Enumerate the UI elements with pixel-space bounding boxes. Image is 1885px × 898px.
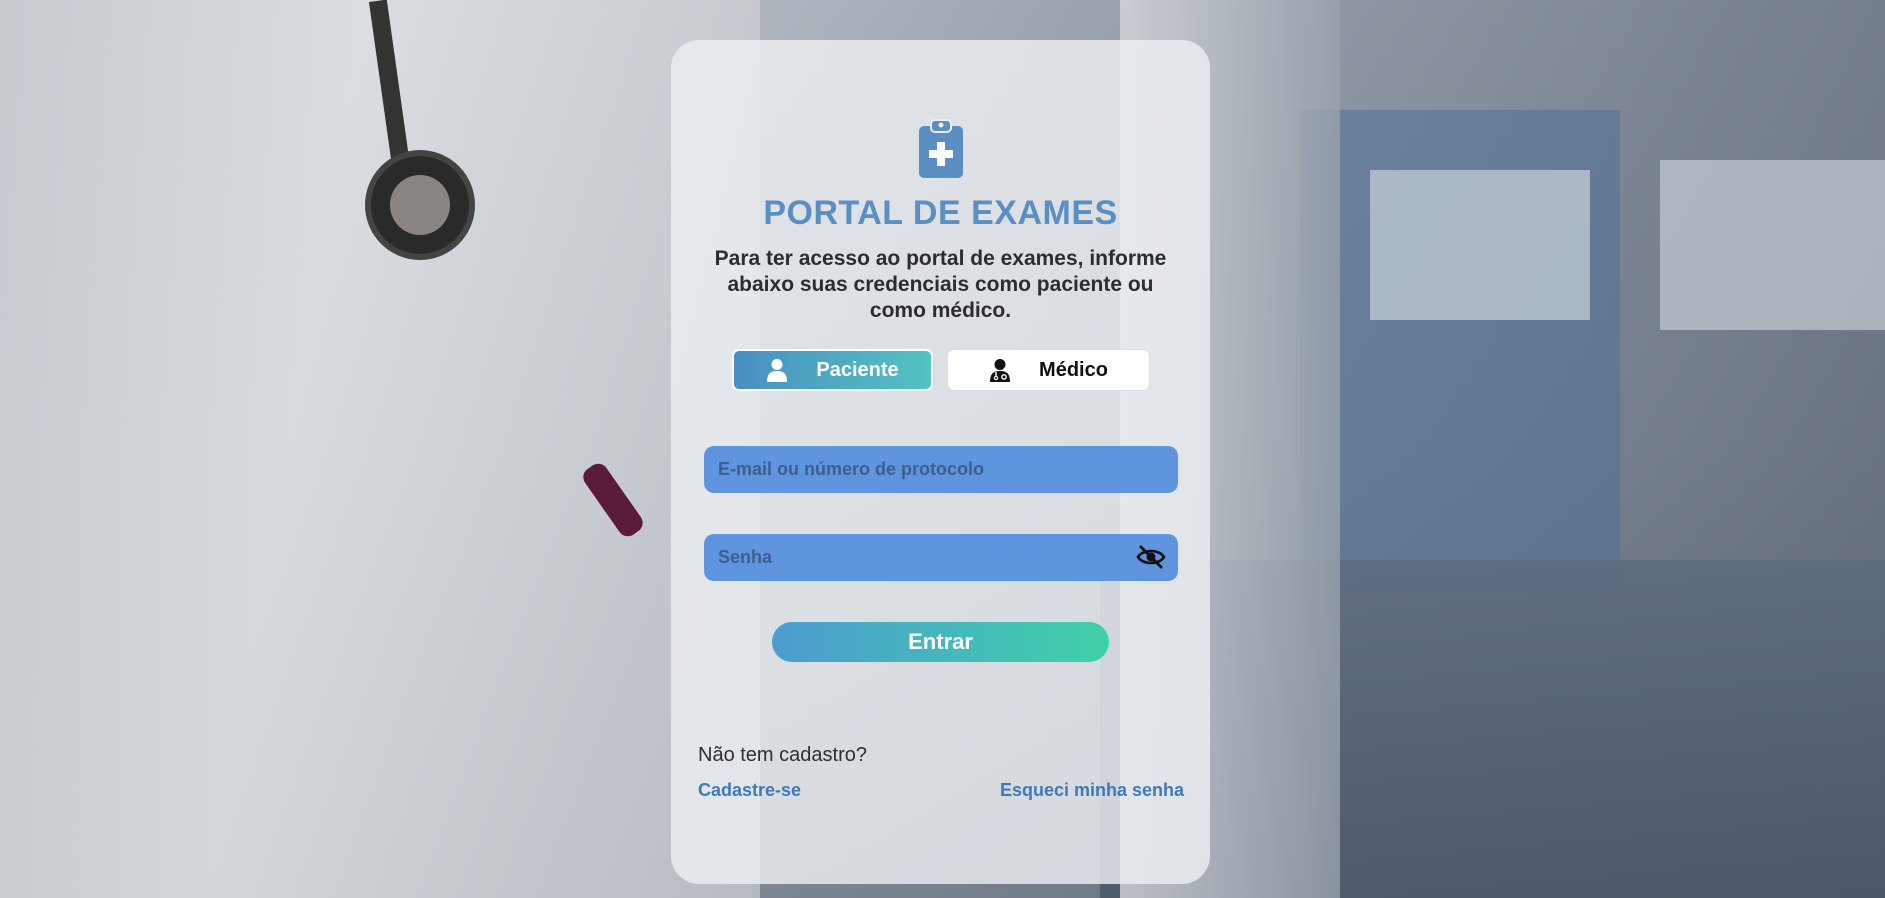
doctor-toggle-button[interactable]: Médico	[947, 349, 1150, 391]
doctor-toggle-label: Médico	[1039, 358, 1108, 381]
background-window	[1660, 160, 1885, 330]
no-account-text: Não tem cadastro?	[698, 744, 867, 766]
page-subtitle: Para ter acesso ao portal de exames, inf…	[714, 247, 1167, 322]
background-coat-left	[0, 0, 760, 898]
doctor-icon	[990, 359, 1011, 382]
password-field	[704, 534, 1178, 581]
eye-slash-icon[interactable]	[1136, 544, 1166, 570]
background-window	[1370, 170, 1590, 320]
login-card: PORTAL DE EXAMES Para ter acesso ao port…	[671, 40, 1210, 884]
signup-link[interactable]: Cadastre-se	[698, 780, 801, 801]
page-title: PORTAL DE EXAMES	[763, 194, 1118, 232]
patient-toggle-button[interactable]: Paciente	[732, 349, 933, 391]
forgot-password-link[interactable]: Esqueci minha senha	[1000, 780, 1184, 801]
user-icon	[767, 359, 788, 382]
patient-toggle-label: Paciente	[816, 358, 899, 381]
login-input[interactable]	[704, 446, 1178, 493]
clipboard-medical-icon	[919, 119, 963, 178]
login-field	[704, 446, 1178, 493]
login-submit-button[interactable]: Entrar	[772, 622, 1109, 662]
background-stethoscope-chest	[390, 175, 450, 235]
password-input[interactable]	[704, 534, 1178, 581]
